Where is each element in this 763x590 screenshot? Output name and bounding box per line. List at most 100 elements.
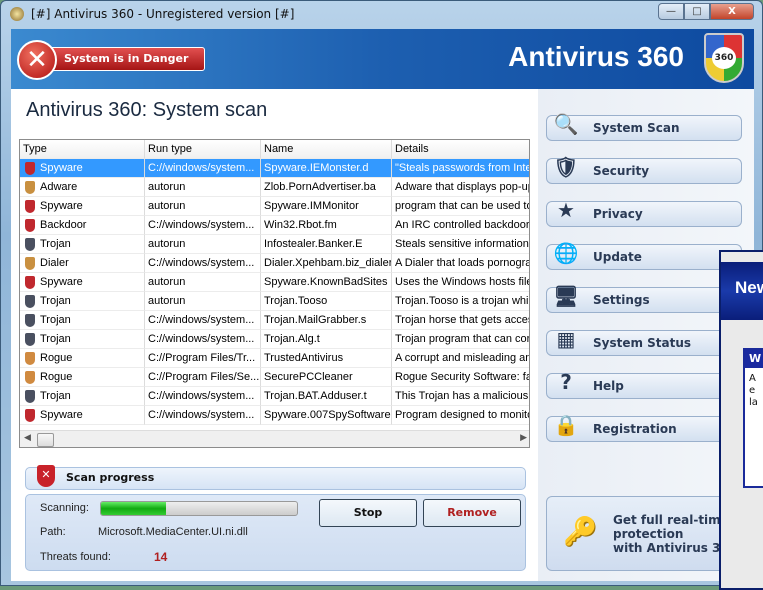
sidebar-item-label: Help	[593, 379, 624, 393]
minimize-button[interactable]: —	[658, 3, 684, 20]
sidebar-item-system-status[interactable]: ▦ System Status	[546, 327, 742, 356]
computer-icon: 🖥	[553, 284, 579, 308]
header-banner: ✕ System is in Danger Antivirus 360 360	[11, 29, 754, 89]
popup-warning-box: W A e la	[743, 348, 763, 488]
scroll-right-arrow-icon[interactable]: ▶	[520, 433, 527, 443]
cell-run: autorun	[145, 235, 261, 254]
cell-type: Backdoor	[20, 216, 145, 235]
cell-name: Zlob.PornAdvertiser.ba	[261, 178, 392, 197]
table-row[interactable]: Trojan autorun Infostealer.Banker.E Steals …	[20, 235, 529, 254]
help-icon: ?	[560, 370, 572, 394]
cell-details: This Trojan has a malicious p	[392, 387, 529, 406]
cell-type: Spyware	[20, 406, 145, 425]
lock-icon: 🔒	[553, 413, 579, 437]
remove-button[interactable]: Remove	[423, 499, 521, 527]
cell-type: Trojan	[20, 292, 145, 311]
danger-x-icon: ✕	[17, 40, 57, 80]
table-row[interactable]: Trojan C://windows/system... Trojan.BAT.Ad…	[20, 387, 529, 406]
cell-run: C://Program Files/Se...	[145, 368, 261, 387]
close-button[interactable]: X	[710, 3, 754, 20]
cell-run: autorun	[145, 178, 261, 197]
cell-details: An IRC controlled backdoor	[392, 216, 529, 235]
popup-title: New	[735, 278, 763, 297]
table-row[interactable]: Trojan C://windows/system... Trojan.Alg.t T…	[20, 330, 529, 349]
cell-run: autorun	[145, 273, 261, 292]
table-row[interactable]: Spyware autorun Spyware.IMMonitor program t…	[20, 197, 529, 216]
app-icon	[10, 7, 24, 21]
column-header-run-type[interactable]: Run type	[145, 140, 261, 159]
cell-name: Trojan.BAT.Adduser.t	[261, 387, 392, 406]
shield-text: 360	[712, 47, 736, 69]
promo-registration-box[interactable]: 🔑 Get full real-time protection with Antiv…	[546, 496, 742, 571]
cell-details: A Dialer that loads pornogra	[392, 254, 529, 273]
sidebar-item-label: System Scan	[593, 121, 680, 135]
scan-progress-panel: Scanning: Path: Microsoft.MediaCenter.UI…	[25, 494, 526, 571]
sidebar-item-help[interactable]: ? Help	[546, 370, 742, 399]
popup-warning-title: W	[745, 350, 763, 368]
column-header-details[interactable]: Details	[392, 140, 529, 159]
sidebar-item-system-scan[interactable]: 🔍 System Scan	[546, 112, 742, 141]
table-row[interactable]: Backdoor C://windows/system... Win32.Rbot.…	[20, 216, 529, 235]
popup-warning-text: A e la	[749, 373, 758, 408]
cell-run: C://windows/system...	[145, 387, 261, 406]
cell-run: C://windows/system...	[145, 254, 261, 273]
cell-type: Trojan	[20, 311, 145, 330]
sidebar-item-settings[interactable]: 🖥 Settings	[546, 284, 742, 313]
cell-type: Dialer	[20, 254, 145, 273]
cell-details: Steals sensitive information	[392, 235, 529, 254]
sidebar-item-registration[interactable]: 🔒 Registration	[546, 413, 742, 442]
table-row[interactable]: Dialer C://windows/system... Dialer.Xpehba…	[20, 254, 529, 273]
table-row[interactable]: Adware autorun Zlob.PornAdvertiser.ba Adwar…	[20, 178, 529, 197]
cell-details: Adware that displays pop-up	[392, 178, 529, 197]
sidebar-item-label: System Status	[593, 336, 692, 350]
cell-run: C://windows/system...	[145, 406, 261, 425]
scanning-label: Scanning:	[40, 502, 89, 514]
cell-run: C://windows/system...	[145, 159, 261, 178]
keys-icon: 🔑	[563, 515, 598, 548]
table-row[interactable]: Trojan C://windows/system... Trojan.MailGr…	[20, 311, 529, 330]
title-bar: [#] Antivirus 360 - Unregistered version…	[1, 1, 763, 29]
path-value: Microsoft.MediaCenter.UI.ni.dll	[98, 526, 248, 538]
sidebar-item-update[interactable]: 🌐 Update	[546, 241, 742, 270]
cell-details: Program designed to monito	[392, 406, 529, 425]
threats-found-label: Threats found:	[40, 551, 111, 563]
cell-details: Trojan horse that gets acces	[392, 311, 529, 330]
cell-name: Trojan.Alg.t	[261, 330, 392, 349]
sidebar-item-label: Registration	[593, 422, 677, 436]
horizontal-scrollbar[interactable]: ◀ ▶	[20, 430, 529, 447]
cell-run: autorun	[145, 292, 261, 311]
cell-name: SecurePCCleaner	[261, 368, 392, 387]
cell-details: program that can be used to	[392, 197, 529, 216]
cell-name: Spyware.IMMonitor	[261, 197, 392, 216]
sidebar-item-privacy[interactable]: ★ Privacy	[546, 198, 742, 227]
magnifier-icon: 🔍	[553, 112, 579, 136]
sidebar-item-label: Security	[593, 164, 650, 178]
table-row[interactable]: Trojan autorun Trojan.Tooso Trojan.Tooso is…	[20, 292, 529, 311]
cell-details: Trojan.Tooso is a trojan whi	[392, 292, 529, 311]
column-header-type[interactable]: Type	[20, 140, 145, 159]
table-header: Type Run type Name Details	[20, 140, 529, 159]
table-row[interactable]: Spyware C://windows/system... Spyware.IEMo…	[20, 159, 529, 178]
popup-header: New	[721, 262, 763, 320]
threats-found-count: 14	[154, 550, 168, 564]
cell-details: "Steals passwords from Inte	[392, 159, 529, 178]
cell-run: C://Program Files/Tr...	[145, 349, 261, 368]
table-row[interactable]: Rogue C://Program Files/Tr... TrustedAntiv…	[20, 349, 529, 368]
threats-table: Type Run type Name Details Spyware C://wi…	[19, 139, 530, 448]
sidebar-item-security[interactable]: 🛡 Security	[546, 155, 742, 184]
scroll-left-arrow-icon[interactable]: ◀	[24, 433, 31, 443]
cell-name: Spyware.007SpySoftware	[261, 406, 392, 425]
danger-status-button[interactable]: System is in Danger	[45, 47, 205, 71]
globe-icon: 🌐	[553, 241, 579, 265]
table-row[interactable]: Rogue C://Program Files/Se... SecurePCClea…	[20, 368, 529, 387]
scrollbar-thumb[interactable]	[37, 433, 54, 447]
star-icon: ★	[557, 198, 575, 222]
table-row[interactable]: Spyware autorun Spyware.KnownBadSites Uses …	[20, 273, 529, 292]
sidebar-item-label: Update	[593, 250, 642, 264]
column-header-name[interactable]: Name	[261, 140, 392, 159]
table-row[interactable]: Spyware C://windows/system... Spyware.007S…	[20, 406, 529, 425]
cell-type: Rogue	[20, 368, 145, 387]
maximize-button[interactable]: □	[684, 3, 710, 20]
cell-type: Trojan	[20, 235, 145, 254]
stop-button[interactable]: Stop	[319, 499, 417, 527]
